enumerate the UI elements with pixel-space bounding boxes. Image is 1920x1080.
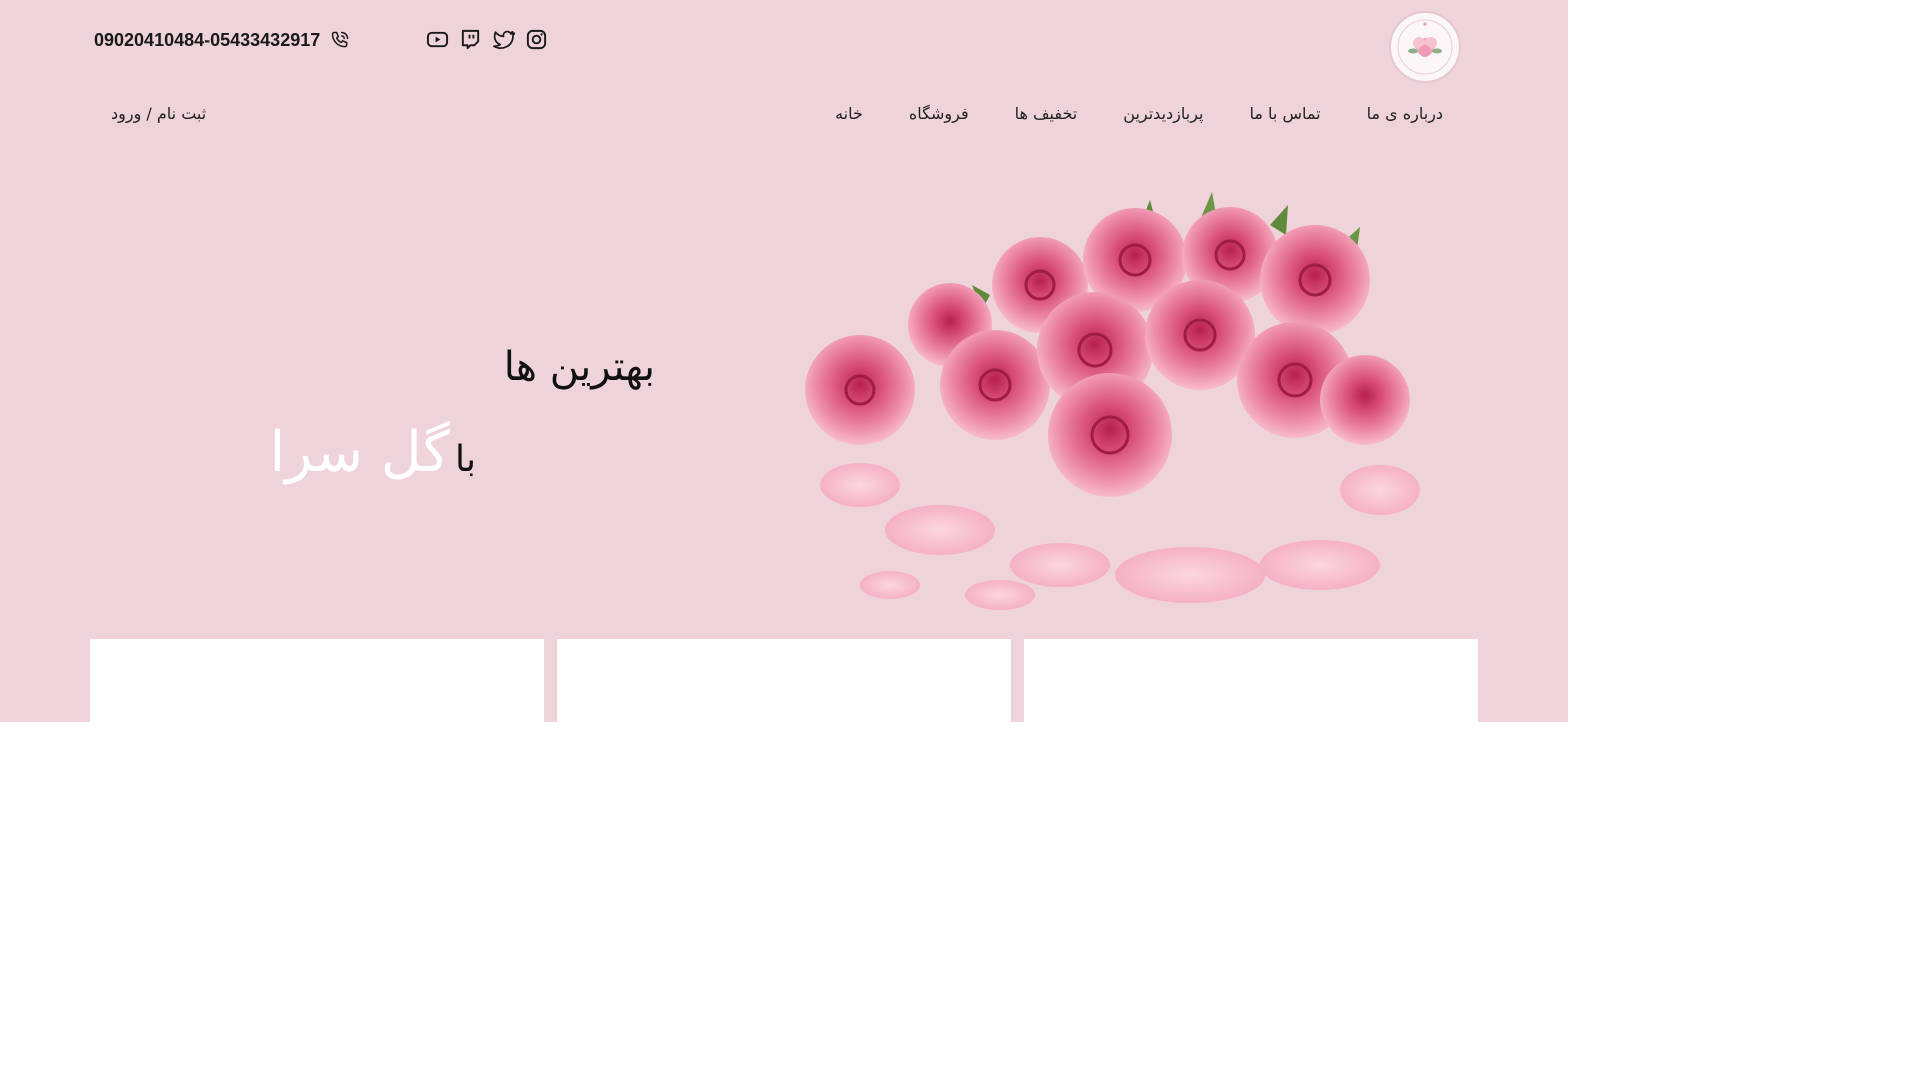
phone-number: 09020410484-05433432917 bbox=[94, 29, 321, 50]
product-card-1[interactable] bbox=[90, 639, 544, 749]
hero-subheadline: با گل سرا bbox=[200, 420, 476, 485]
rose-bouquet-image bbox=[805, 192, 1420, 610]
register-login-link[interactable]: ثبت نام / ورود bbox=[111, 104, 206, 123]
twitter-icon[interactable] bbox=[492, 28, 516, 51]
youtube-icon[interactable] bbox=[426, 28, 449, 51]
hero-brand: گل سرا bbox=[269, 420, 450, 485]
nav-shop[interactable]: فروشگاه bbox=[909, 104, 969, 123]
product-card-3[interactable] bbox=[1024, 639, 1478, 749]
flower-logo-icon bbox=[1397, 19, 1453, 75]
nav-contact[interactable]: تماس با ما bbox=[1250, 104, 1321, 123]
nav-about[interactable]: درباره ی ما bbox=[1367, 104, 1443, 123]
contact-phone: 09020410484-05433432917 bbox=[94, 29, 350, 51]
main-nav: خانه فروشگاه تخفیف ها پربازدیدترین تماس … bbox=[835, 104, 1443, 123]
hero-prefix: با bbox=[455, 439, 476, 480]
instagram-icon[interactable] bbox=[525, 28, 548, 51]
twitch-icon[interactable] bbox=[459, 28, 482, 51]
nav-most-viewed[interactable]: پربازدیدترین bbox=[1123, 104, 1203, 123]
social-links bbox=[426, 28, 548, 51]
nav-home[interactable]: خانه bbox=[835, 104, 863, 123]
phone-icon bbox=[331, 31, 349, 48]
product-card-2[interactable] bbox=[557, 639, 1011, 749]
nav-discounts[interactable]: تخفیف ها bbox=[1015, 104, 1078, 123]
site-logo[interactable] bbox=[1389, 11, 1461, 83]
hero-headline: بهترین ها bbox=[503, 344, 655, 390]
